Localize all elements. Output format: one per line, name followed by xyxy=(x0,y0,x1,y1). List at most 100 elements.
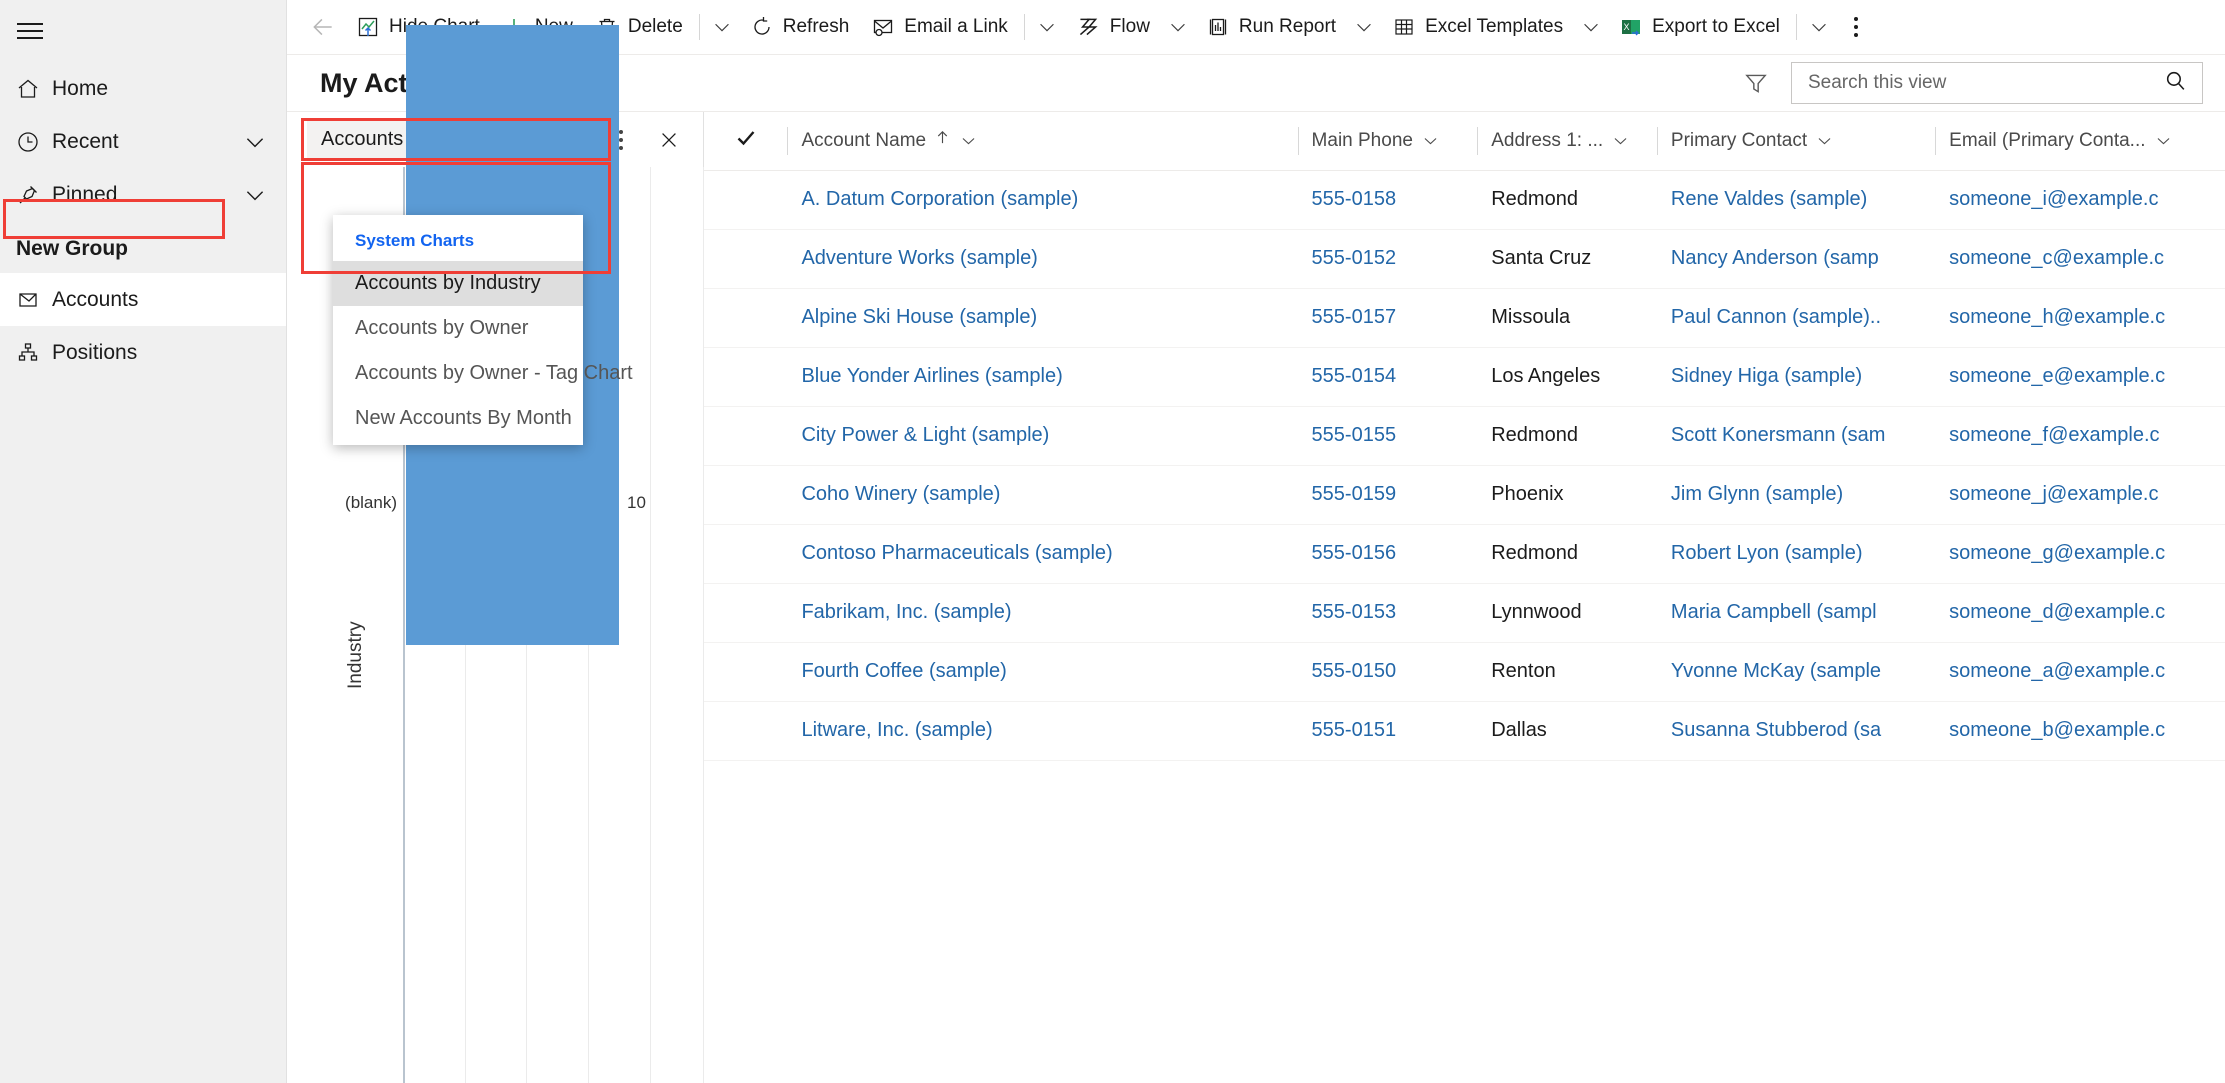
chevron-down-icon[interactable] xyxy=(238,129,272,155)
search-box[interactable] xyxy=(1791,62,2203,104)
site-map-toggle-button[interactable] xyxy=(0,0,60,62)
cell-main-phone[interactable]: 555-0155 xyxy=(1297,406,1478,466)
column-header-address1[interactable]: Address 1: ... xyxy=(1477,112,1657,171)
primary-contact-link[interactable]: Maria Campbell (sampl xyxy=(1671,601,1877,623)
row-select-cell[interactable] xyxy=(704,229,788,289)
flow-button[interactable]: Flow xyxy=(1064,5,1161,49)
account-name-link[interactable]: Adventure Works (sample) xyxy=(801,247,1037,269)
main-phone-link[interactable]: 555-0151 xyxy=(1312,719,1397,741)
email-link[interactable]: someone_h@example.c xyxy=(1949,306,2165,328)
primary-contact-link[interactable]: Scott Konersmann (sam xyxy=(1671,424,1886,446)
email-link[interactable]: someone_d@example.c xyxy=(1949,601,2165,623)
cell-email[interactable]: someone_g@example.c xyxy=(1935,524,2225,584)
cell-email[interactable]: someone_i@example.c xyxy=(1935,170,2225,230)
sidebar-item-pinned[interactable]: Pinned xyxy=(0,168,286,221)
account-name-link[interactable]: Contoso Pharmaceuticals (sample) xyxy=(801,542,1112,564)
cell-primary-contact[interactable]: Maria Campbell (sampl xyxy=(1656,583,1936,643)
row-select-cell[interactable] xyxy=(704,347,788,407)
excel-templates-split-chevron[interactable] xyxy=(1574,5,1608,49)
cell-main-phone[interactable]: 555-0159 xyxy=(1297,465,1478,525)
cell-primary-contact[interactable]: Nancy Anderson (samp xyxy=(1656,229,1936,289)
chevron-down-icon[interactable] xyxy=(1815,131,1834,150)
email-link[interactable]: someone_i@example.c xyxy=(1949,188,2158,210)
cell-primary-contact[interactable]: Susanna Stubberod (sa xyxy=(1656,701,1936,761)
table-row[interactable]: Fabrikam, Inc. (sample) 555-0153 Lynnwood M… xyxy=(704,583,2225,643)
chevron-down-icon[interactable] xyxy=(238,182,272,208)
main-phone-link[interactable]: 555-0159 xyxy=(1312,483,1397,505)
cell-account-name[interactable]: Coho Winery (sample) xyxy=(787,465,1298,525)
table-row[interactable]: Litware, Inc. (sample) 555-0151 Dallas Susa… xyxy=(704,701,2225,761)
excel-templates-button[interactable]: Excel Templates xyxy=(1381,5,1574,49)
cell-primary-contact[interactable]: Sidney Higa (sample) xyxy=(1656,347,1936,407)
table-row[interactable]: Blue Yonder Airlines (sample) 555-0154 Los… xyxy=(704,347,2225,407)
close-chart-button[interactable] xyxy=(649,120,689,160)
main-phone-link[interactable]: 555-0150 xyxy=(1312,660,1397,682)
cell-account-name[interactable]: Adventure Works (sample) xyxy=(787,229,1298,289)
account-name-link[interactable]: Blue Yonder Airlines (sample) xyxy=(801,365,1062,387)
email-link[interactable]: someone_b@example.c xyxy=(1949,719,2165,741)
column-header-main-phone[interactable]: Main Phone xyxy=(1297,112,1478,171)
table-row[interactable]: City Power & Light (sample) 555-0155 Redmo… xyxy=(704,406,2225,466)
cell-main-phone[interactable]: 555-0151 xyxy=(1297,701,1478,761)
cell-email[interactable]: someone_e@example.c xyxy=(1935,347,2225,407)
email-a-link-button[interactable]: Email a Link xyxy=(860,5,1019,49)
cell-main-phone[interactable]: 555-0157 xyxy=(1297,288,1478,348)
main-phone-link[interactable]: 555-0153 xyxy=(1312,601,1397,623)
back-arrow-icon[interactable] xyxy=(301,5,345,49)
cell-primary-contact[interactable]: Yvonne McKay (sample xyxy=(1656,642,1936,702)
account-name-link[interactable]: Fabrikam, Inc. (sample) xyxy=(801,601,1011,623)
cell-account-name[interactable]: Blue Yonder Airlines (sample) xyxy=(787,347,1298,407)
main-phone-link[interactable]: 555-0152 xyxy=(1312,247,1397,269)
email-a-link-split-chevron[interactable] xyxy=(1030,5,1064,49)
cell-account-name[interactable]: A. Datum Corporation (sample) xyxy=(787,170,1298,230)
refresh-button[interactable]: Refresh xyxy=(739,5,861,49)
row-select-cell[interactable] xyxy=(704,583,788,643)
primary-contact-link[interactable]: Robert Lyon (sample) xyxy=(1671,542,1863,564)
cell-primary-contact[interactable]: Robert Lyon (sample) xyxy=(1656,524,1936,584)
account-name-link[interactable]: A. Datum Corporation (sample) xyxy=(801,188,1078,210)
cell-primary-contact[interactable]: Paul Cannon (sample).. xyxy=(1656,288,1936,348)
menu-item-new-accounts-by-month[interactable]: New Accounts By Month xyxy=(333,396,583,441)
cell-account-name[interactable]: Fourth Coffee (sample) xyxy=(787,642,1298,702)
account-name-link[interactable]: City Power & Light (sample) xyxy=(801,424,1049,446)
checkmark-icon[interactable] xyxy=(734,126,758,156)
cell-email[interactable]: someone_c@example.c xyxy=(1935,229,2225,289)
main-phone-link[interactable]: 555-0155 xyxy=(1312,424,1397,446)
export-to-excel-button[interactable]: X Export to Excel xyxy=(1608,5,1791,49)
cell-account-name[interactable]: Litware, Inc. (sample) xyxy=(787,701,1298,761)
primary-contact-link[interactable]: Nancy Anderson (samp xyxy=(1671,247,1879,269)
cell-email[interactable]: someone_b@example.c xyxy=(1935,701,2225,761)
run-report-button[interactable]: Run Report xyxy=(1195,5,1347,49)
export-to-excel-split-chevron[interactable] xyxy=(1802,5,1836,49)
search-icon[interactable] xyxy=(2163,68,2188,98)
table-row[interactable]: Alpine Ski House (sample) 555-0157 Missoul… xyxy=(704,288,2225,348)
cell-main-phone[interactable]: 555-0154 xyxy=(1297,347,1478,407)
main-phone-link[interactable]: 555-0156 xyxy=(1312,542,1397,564)
table-row[interactable]: Coho Winery (sample) 555-0159 Phoenix Jim G… xyxy=(704,465,2225,525)
cell-account-name[interactable]: Contoso Pharmaceuticals (sample) xyxy=(787,524,1298,584)
cell-email[interactable]: someone_d@example.c xyxy=(1935,583,2225,643)
cell-primary-contact[interactable]: Rene Valdes (sample) xyxy=(1656,170,1936,230)
chevron-down-icon[interactable] xyxy=(1611,131,1630,150)
primary-contact-link[interactable]: Paul Cannon (sample).. xyxy=(1671,306,1881,328)
row-select-cell[interactable] xyxy=(704,524,788,584)
cell-email[interactable]: someone_f@example.c xyxy=(1935,406,2225,466)
cell-primary-contact[interactable]: Scott Konersmann (sam xyxy=(1656,406,1936,466)
cell-account-name[interactable]: Alpine Ski House (sample) xyxy=(787,288,1298,348)
primary-contact-link[interactable]: Rene Valdes (sample) xyxy=(1671,188,1867,210)
cell-main-phone[interactable]: 555-0156 xyxy=(1297,524,1478,584)
email-link[interactable]: someone_e@example.c xyxy=(1949,365,2165,387)
cell-main-phone[interactable]: 555-0153 xyxy=(1297,583,1478,643)
sidebar-item-positions[interactable]: Positions xyxy=(0,326,286,379)
table-row[interactable]: Adventure Works (sample) 555-0152 Santa Cr… xyxy=(704,229,2225,289)
chevron-down-icon[interactable] xyxy=(1421,131,1440,150)
more-commands-button[interactable] xyxy=(1836,5,1876,49)
cell-email[interactable]: someone_h@example.c xyxy=(1935,288,2225,348)
primary-contact-link[interactable]: Yvonne McKay (sample xyxy=(1671,660,1881,682)
row-select-cell[interactable] xyxy=(704,465,788,525)
primary-contact-link[interactable]: Jim Glynn (sample) xyxy=(1671,483,1843,505)
cell-main-phone[interactable]: 555-0150 xyxy=(1297,642,1478,702)
row-select-cell[interactable] xyxy=(704,701,788,761)
chevron-down-icon[interactable] xyxy=(959,131,978,150)
sidebar-item-home[interactable]: Home xyxy=(0,62,286,115)
